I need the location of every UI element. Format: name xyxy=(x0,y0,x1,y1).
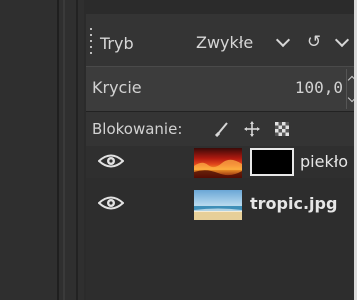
opacity-value[interactable]: 100,0 xyxy=(295,78,343,97)
lock-label: Blokowanie: xyxy=(92,120,183,138)
lock-position-icon[interactable] xyxy=(244,121,260,137)
composite-mode-icon: ↺ xyxy=(307,32,322,52)
layer-mask-thumbnail[interactable] xyxy=(250,148,294,176)
lock-row: Blokowanie: xyxy=(86,118,357,142)
canvas: Tryb Zwykłe ↺ Krycie 100,0 Blokowanie: p… xyxy=(0,0,357,305)
layer-name[interactable]: tropic.jpg xyxy=(250,194,337,213)
opacity-label: Krycie xyxy=(92,78,142,97)
eye-icon[interactable] xyxy=(98,152,124,170)
lock-alpha-icon[interactable] xyxy=(274,121,290,137)
dock-divider xyxy=(63,0,65,300)
mode-select-value: Zwykłe xyxy=(196,33,254,52)
chevron-down-icon xyxy=(275,32,291,48)
layers-list: piekło tropic.jpg xyxy=(86,146,357,300)
dock-divider xyxy=(76,0,78,300)
layer-thumbnail-beach[interactable] xyxy=(194,190,242,220)
chevron-down-icon xyxy=(334,32,350,48)
dock-divider xyxy=(57,0,59,300)
layers-dockable-panel: Tryb Zwykłe ↺ Krycie 100,0 Blokowanie: p… xyxy=(86,14,357,300)
mode-row: Tryb Zwykłe ↺ xyxy=(86,20,357,64)
layer-row[interactable]: tropic.jpg xyxy=(86,188,357,220)
mode-label: Tryb xyxy=(100,34,134,53)
layer-name[interactable]: piekło xyxy=(300,152,348,171)
layer-thumbnail-fire[interactable] xyxy=(194,148,242,178)
layer-row[interactable]: piekło xyxy=(86,146,357,178)
composite-mode-select[interactable]: ↺ xyxy=(303,28,357,58)
window-edge xyxy=(0,300,357,305)
opacity-spinscale[interactable]: Krycie 100,0 xyxy=(86,66,357,112)
eye-icon[interactable] xyxy=(98,194,124,212)
left-dock-strip xyxy=(0,0,84,300)
mode-select[interactable]: Zwykłe xyxy=(192,28,302,58)
lock-pixels-icon[interactable] xyxy=(214,121,230,137)
